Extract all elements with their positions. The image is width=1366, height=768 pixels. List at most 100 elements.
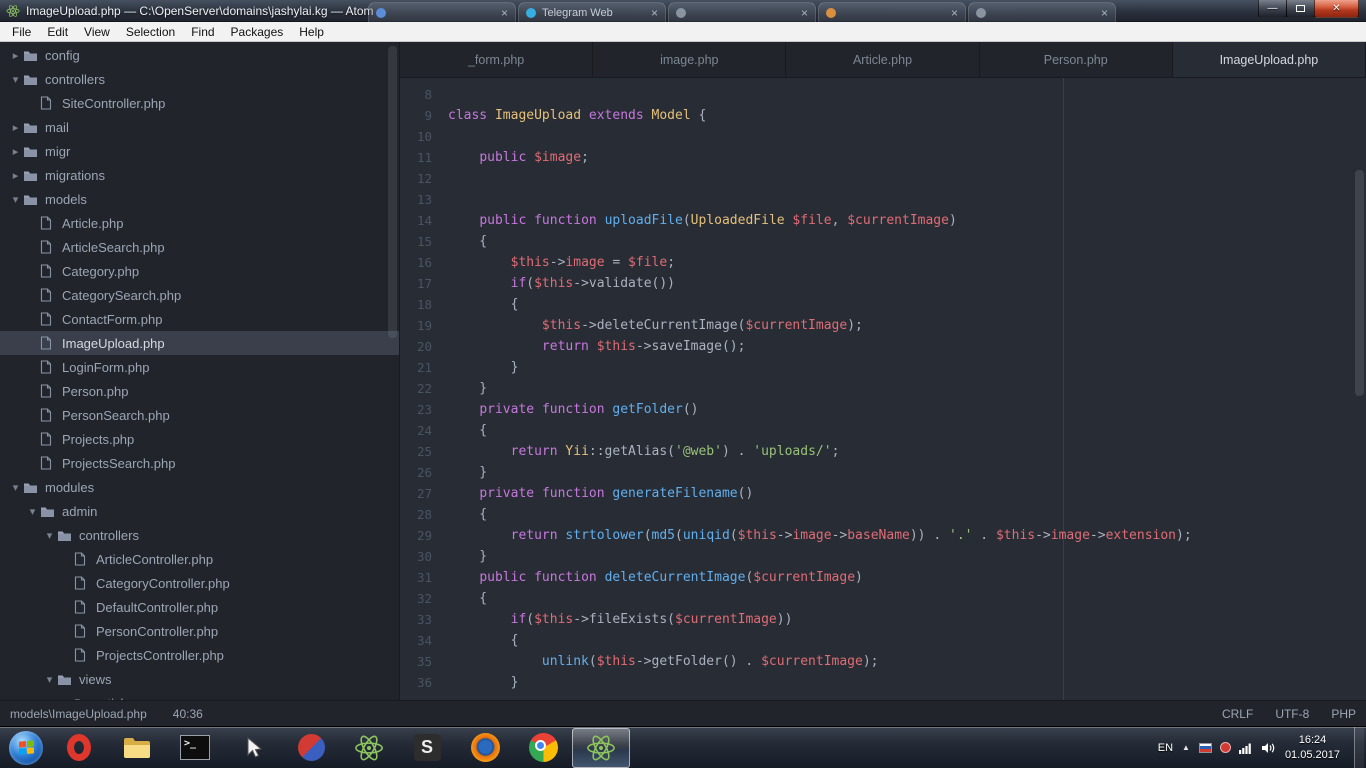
editor-scrollbar[interactable] [1355, 170, 1364, 396]
tab-imageupload.php[interactable]: ImageUpload.php [1172, 42, 1366, 77]
code-text[interactable]: { [448, 420, 487, 441]
tree-file-articlesearch.php[interactable]: ArticleSearch.php [0, 235, 399, 259]
chevron-down-icon[interactable]: ▾ [8, 481, 23, 494]
tree-file-imageupload.php[interactable]: ImageUpload.php [0, 331, 399, 355]
media-app-icon[interactable] [282, 728, 340, 768]
tab-close-icon[interactable]: × [651, 7, 658, 19]
chevron-right-icon[interactable]: ▸ [8, 49, 23, 62]
tree-folder-admin[interactable]: ▾ admin [0, 499, 399, 523]
code-area[interactable]: 8 9 class ImageUpload extends Model {10 11 … [400, 78, 1366, 700]
tree-file-projects.php[interactable]: Projects.php [0, 427, 399, 451]
terminal-icon[interactable]: >_ [166, 728, 224, 768]
tree-folder-controllers[interactable]: ▾ controllers [0, 67, 399, 91]
opera-icon[interactable] [50, 728, 108, 768]
chevron-down-icon[interactable]: ▾ [42, 673, 57, 686]
code-text[interactable]: } [448, 357, 519, 378]
chevron-right-icon[interactable]: ▸ [59, 697, 74, 701]
code-text[interactable]: } [448, 378, 487, 399]
background-browser-tab[interactable]: × [818, 2, 966, 22]
pointer-tool-icon[interactable] [224, 728, 282, 768]
code-text[interactable]: return strtolower(md5(uniqid($this->imag… [448, 525, 1192, 546]
chevron-right-icon[interactable]: ▸ [8, 145, 23, 158]
tree-folder-migrations[interactable]: ▸ migrations [0, 163, 399, 187]
code-text[interactable]: class ImageUpload extends Model { [448, 105, 706, 126]
tab-close-icon[interactable]: × [501, 7, 508, 19]
menu-packages[interactable]: Packages [223, 22, 292, 42]
code-text[interactable]: { [448, 294, 519, 315]
line-ending-indicator[interactable]: CRLF [1222, 707, 1253, 721]
chevron-right-icon[interactable]: ▸ [8, 121, 23, 134]
code-text[interactable]: { [448, 231, 487, 252]
tree-file-categorycontroller.php[interactable]: CategoryController.php [0, 571, 399, 595]
language-indicator[interactable]: EN [1158, 742, 1173, 754]
code-text[interactable]: if($this->validate()) [448, 273, 675, 294]
code-text[interactable]: public $image; [448, 147, 589, 168]
code-text[interactable]: private function getFolder() [448, 399, 698, 420]
code-text[interactable]: unlink($this->getFolder() . $currentImag… [448, 651, 879, 672]
code-text[interactable]: $this->image = $file; [448, 252, 675, 273]
flag-icon[interactable] [1198, 742, 1212, 753]
background-browser-tab[interactable]: × [668, 2, 816, 22]
chevron-down-icon[interactable]: ▾ [8, 193, 23, 206]
chevron-right-icon[interactable]: ▸ [8, 169, 23, 182]
atom-icon[interactable] [340, 728, 398, 768]
code-text[interactable]: if($this->fileExists($currentImage)) [448, 609, 793, 630]
menu-file[interactable]: File [4, 22, 39, 42]
chevron-down-icon[interactable]: ▾ [42, 529, 57, 542]
tree-file-contactform.php[interactable]: ContactForm.php [0, 307, 399, 331]
tree-folder-modules[interactable]: ▾ modules [0, 475, 399, 499]
tab-close-icon[interactable]: × [1101, 7, 1108, 19]
menu-view[interactable]: View [76, 22, 118, 42]
menu-help[interactable]: Help [291, 22, 332, 42]
tree-file-loginform.php[interactable]: LoginForm.php [0, 355, 399, 379]
sublime-text-icon[interactable]: S [398, 728, 456, 768]
menu-find[interactable]: Find [183, 22, 222, 42]
background-browser-tab[interactable]: Telegram Web × [518, 2, 666, 22]
explorer-icon[interactable] [108, 728, 166, 768]
maximize-button[interactable] [1286, 0, 1315, 18]
code-text[interactable]: public function uploadFile(UploadedFile … [448, 210, 956, 231]
hidden-icons-icon[interactable]: ▲ [1182, 743, 1190, 752]
minimize-button[interactable]: — [1258, 0, 1287, 18]
tree-file-personcontroller.php[interactable]: PersonController.php [0, 619, 399, 643]
code-text[interactable]: } [448, 672, 519, 693]
code-text[interactable]: } [448, 546, 487, 567]
tree-folder-controllers[interactable]: ▾ controllers [0, 523, 399, 547]
tree-folder-migr[interactable]: ▸ migr [0, 139, 399, 163]
tree-scrollbar[interactable] [388, 46, 397, 338]
chevron-down-icon[interactable]: ▾ [25, 505, 40, 518]
tree-folder-models[interactable]: ▾ models [0, 187, 399, 211]
volume-icon[interactable] [1261, 742, 1276, 754]
tree-folder-article[interactable]: ▸ article [0, 691, 399, 700]
code-text[interactable]: { [448, 588, 487, 609]
code-text[interactable]: return $this->saveImage(); [448, 336, 746, 357]
tree-folder-config[interactable]: ▸ config [0, 43, 399, 67]
background-browser-tab[interactable]: × [368, 2, 516, 22]
code-text[interactable]: } [448, 462, 487, 483]
code-text[interactable]: { [448, 630, 519, 651]
tab-article.php[interactable]: Article.php [786, 42, 980, 77]
network-icon[interactable] [1238, 742, 1253, 754]
tab-person.php[interactable]: Person.php [979, 42, 1173, 77]
tree-file-category.php[interactable]: Category.php [0, 259, 399, 283]
cursor-position[interactable]: 40:36 [173, 707, 203, 721]
tree-file-person.php[interactable]: Person.php [0, 379, 399, 403]
show-desktop-button[interactable] [1354, 727, 1364, 768]
tree-file-categorysearch.php[interactable]: CategorySearch.php [0, 283, 399, 307]
tree-file-projectscontroller.php[interactable]: ProjectsController.php [0, 643, 399, 667]
atom-icon-active[interactable] [572, 727, 630, 768]
firefox-icon[interactable] [456, 728, 514, 768]
chevron-down-icon[interactable]: ▾ [8, 73, 23, 86]
code-text[interactable]: { [448, 504, 487, 525]
close-button[interactable]: ✕ [1314, 0, 1359, 18]
menu-selection[interactable]: Selection [118, 22, 183, 42]
grammar-indicator[interactable]: PHP [1331, 707, 1356, 721]
background-browser-tab[interactable]: × [968, 2, 1116, 22]
chrome-icon[interactable] [514, 728, 572, 768]
tab--form.php[interactable]: _form.php [400, 42, 594, 77]
tree-folder-mail[interactable]: ▸ mail [0, 115, 399, 139]
tree-file-article.php[interactable]: Article.php [0, 211, 399, 235]
tree-file-articlecontroller.php[interactable]: ArticleController.php [0, 547, 399, 571]
tree-file-projectssearch.php[interactable]: ProjectsSearch.php [0, 451, 399, 475]
clock[interactable]: 16:24 01.05.2017 [1285, 733, 1340, 762]
